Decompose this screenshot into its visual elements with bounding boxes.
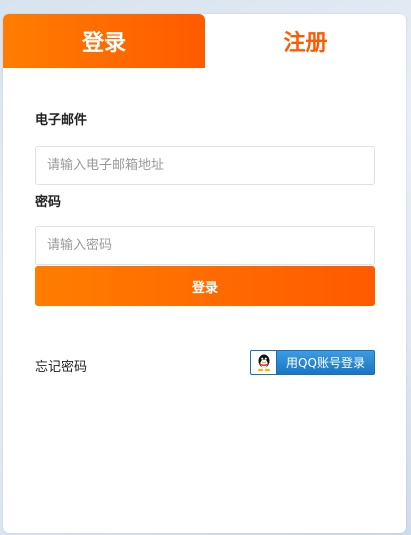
email-label: 电子邮件 bbox=[35, 113, 88, 128]
password-label: 密码 bbox=[35, 195, 62, 210]
qq-login-button[interactable]: 用QQ账号登录 bbox=[250, 350, 375, 375]
password-field[interactable] bbox=[35, 226, 375, 265]
email-field[interactable] bbox=[35, 146, 375, 185]
forgot-password-link[interactable]: 忘记密码 bbox=[35, 356, 87, 375]
qq-penguin-icon bbox=[251, 351, 277, 374]
qq-login-label: 用QQ账号登录 bbox=[286, 356, 365, 370]
tab-register[interactable]: 注册 bbox=[205, 14, 406, 68]
login-card: 登录 注册 电子邮件 密码 登录 忘记密码 用QQ账号登 bbox=[3, 14, 406, 533]
login-submit-button[interactable]: 登录 bbox=[35, 266, 375, 306]
tab-login[interactable]: 登录 bbox=[3, 14, 205, 68]
auth-tabs: 登录 注册 bbox=[3, 14, 406, 68]
